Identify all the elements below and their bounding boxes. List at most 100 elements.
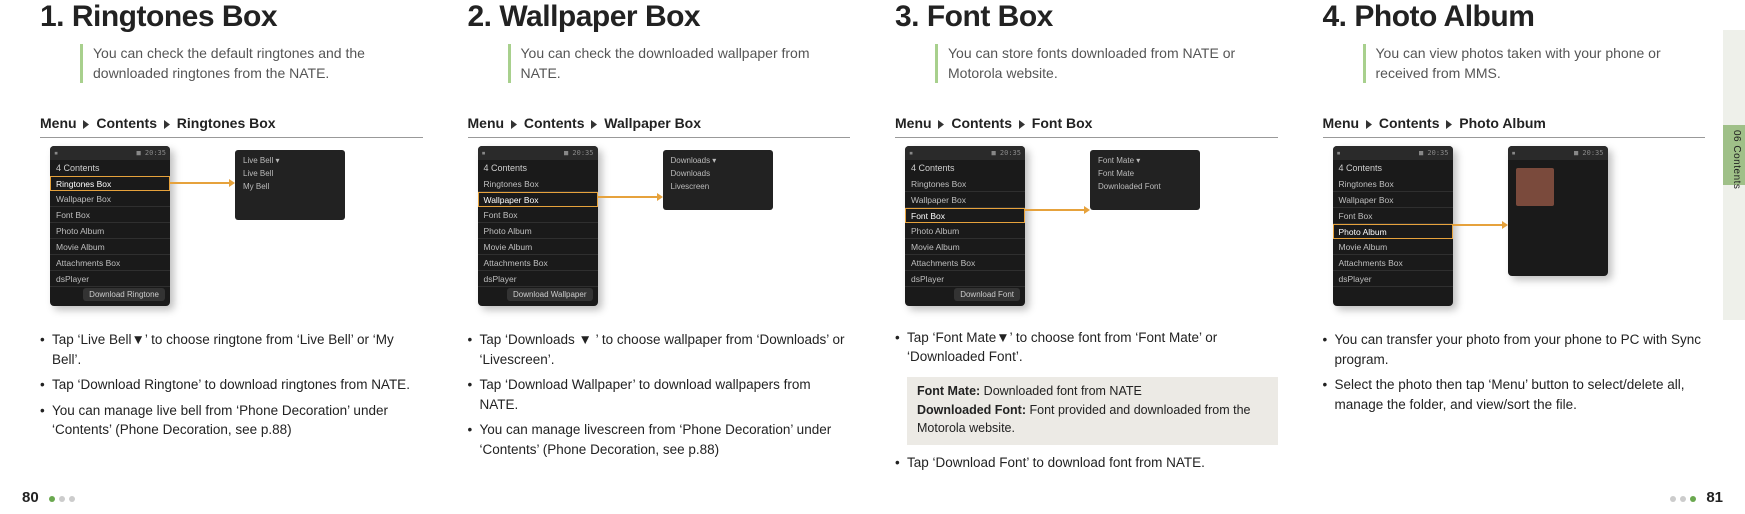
menu-item: Attachments Box bbox=[905, 255, 1025, 271]
menu-item: Ringtones Box bbox=[905, 176, 1025, 192]
side-tab-label: 06 Contents bbox=[1726, 130, 1742, 189]
crumb-menu: Menu bbox=[468, 115, 505, 131]
sub-item: Livescreen bbox=[667, 180, 769, 193]
bullet-item: You can manage live bell from ‘Phone Dec… bbox=[40, 401, 423, 440]
crumb-menu: Menu bbox=[895, 115, 932, 131]
screen-header: 4 Contents bbox=[50, 160, 170, 176]
screenshot-area: ▪■ 20:35 4 Contents Ringtones Box Wallpa… bbox=[40, 146, 423, 316]
crumb-leaf: Wallpaper Box bbox=[604, 115, 701, 131]
bullet-item: Tap ‘Live Bell▼’ to choose ringtone from… bbox=[40, 330, 423, 369]
phone-sub: Downloads ▾ Downloads Livescreen bbox=[663, 150, 773, 210]
bullet-item: Tap ‘Downloads ▼ ’ to choose wallpaper f… bbox=[468, 330, 851, 369]
crumb-leaf: Ringtones Box bbox=[177, 115, 276, 131]
sub-item: Downloads bbox=[667, 167, 769, 180]
crumb-contents: Contents bbox=[951, 115, 1012, 131]
menu-item: Attachments Box bbox=[478, 255, 598, 271]
menu-item: Photo Album bbox=[905, 223, 1025, 239]
menu-item: dsPlayer bbox=[50, 271, 170, 287]
bullet-list: You can transfer your photo from your ph… bbox=[1323, 330, 1706, 420]
menu-item: Movie Album bbox=[478, 239, 598, 255]
section-font: 3. Font Box You can store fonts download… bbox=[895, 0, 1278, 479]
menu-item: Wallpaper Box bbox=[50, 191, 170, 207]
sub-item: My Bell bbox=[239, 180, 341, 193]
sub-item: Font Mate ▾ bbox=[1094, 154, 1196, 167]
sub-item: Font Mate bbox=[1094, 167, 1196, 180]
section-photo-album: 4. Photo Album You can view photos taken… bbox=[1323, 0, 1706, 479]
section-title: 1. Ringtones Box bbox=[40, 0, 423, 34]
menu-item: Font Box bbox=[478, 207, 598, 223]
photo-thumb bbox=[1516, 168, 1554, 206]
section-intro: You can view photos taken with your phon… bbox=[1363, 44, 1706, 83]
menu-item: Attachments Box bbox=[50, 255, 170, 271]
status-bar: ▪■ 20:35 bbox=[1333, 146, 1453, 160]
info-label: Downloaded Font: bbox=[917, 403, 1026, 417]
section-title: 4. Photo Album bbox=[1323, 0, 1706, 34]
menu-item: Font Box bbox=[905, 208, 1025, 223]
sub-item: Live Bell ▾ bbox=[239, 154, 341, 167]
breadcrumb: Menu Contents Ringtones Box bbox=[40, 111, 423, 138]
menu-item: Photo Album bbox=[478, 223, 598, 239]
menu-item: Wallpaper Box bbox=[905, 192, 1025, 208]
crumb-contents: Contents bbox=[1379, 115, 1440, 131]
info-box: Font Mate: Downloaded font from NATE Dow… bbox=[907, 377, 1278, 446]
screenshot-area: ▪■ 20:35 4 Contents Ringtones Box Wallpa… bbox=[1323, 146, 1706, 316]
sub-item: Downloads ▾ bbox=[667, 154, 769, 167]
menu-item: Ringtones Box bbox=[50, 176, 170, 191]
phone-main: ▪■ 20:35 4 Contents Ringtones Box Wallpa… bbox=[905, 146, 1025, 306]
menu-item: Font Box bbox=[1333, 208, 1453, 224]
info-text: Downloaded font from NATE bbox=[980, 384, 1142, 398]
phone-main: ▪■ 20:35 4 Contents Ringtones Box Wallpa… bbox=[478, 146, 598, 306]
section-wallpaper: 2. Wallpaper Box You can check the downl… bbox=[468, 0, 851, 479]
chevron-right-icon bbox=[1366, 120, 1372, 129]
phone-main: ▪■ 20:35 4 Contents Ringtones Box Wallpa… bbox=[1333, 146, 1453, 306]
info-row: Font Mate: Downloaded font from NATE bbox=[917, 383, 1268, 401]
bullet-list: Tap ‘Downloads ▼ ’ to choose wallpaper f… bbox=[468, 330, 851, 465]
section-ringtones: 1. Ringtones Box You can check the defau… bbox=[40, 0, 423, 479]
screen-header: 4 Contents bbox=[1333, 160, 1453, 176]
phone-secondary: ▪■ 20:35 bbox=[1508, 146, 1608, 276]
download-button: Download Font bbox=[954, 288, 1020, 301]
section-intro: You can check the downloaded wallpaper f… bbox=[508, 44, 851, 83]
menu-item: Movie Album bbox=[1333, 239, 1453, 255]
screenshot-area: ▪■ 20:35 4 Contents Ringtones Box Wallpa… bbox=[895, 146, 1278, 314]
crumb-menu: Menu bbox=[40, 115, 77, 131]
menu-item: Photo Album bbox=[1333, 224, 1453, 239]
screen-header: 4 Contents bbox=[478, 160, 598, 176]
bullet-item: Tap ‘Download Ringtone’ to download ring… bbox=[40, 375, 423, 395]
crumb-leaf: Font Box bbox=[1032, 115, 1093, 131]
page-number-right: 81 bbox=[1668, 489, 1723, 506]
side-tab: 06 Contents bbox=[1723, 30, 1745, 320]
page-number: 81 bbox=[1706, 489, 1723, 506]
status-bar: ▪■ 20:35 bbox=[905, 146, 1025, 160]
screen-header: 4 Contents bbox=[905, 160, 1025, 176]
menu-item: Wallpaper Box bbox=[1333, 192, 1453, 208]
breadcrumb: Menu Contents Font Box bbox=[895, 111, 1278, 138]
page-number-left: 80 bbox=[22, 489, 77, 506]
page-number: 80 bbox=[22, 489, 39, 506]
download-button: Download Wallpaper bbox=[507, 288, 593, 301]
menu-item: dsPlayer bbox=[478, 271, 598, 287]
menu-item: dsPlayer bbox=[1333, 271, 1453, 287]
chevron-right-icon bbox=[591, 120, 597, 129]
chevron-right-icon bbox=[1019, 120, 1025, 129]
crumb-contents: Contents bbox=[524, 115, 585, 131]
info-row: Downloaded Font: Font provided and downl… bbox=[917, 402, 1268, 437]
sub-item: Live Bell bbox=[239, 167, 341, 180]
breadcrumb: Menu Contents Wallpaper Box bbox=[468, 111, 851, 138]
breadcrumb: Menu Contents Photo Album bbox=[1323, 111, 1706, 138]
section-intro: You can store fonts downloaded from NATE… bbox=[935, 44, 1278, 83]
page-dots-icon bbox=[1668, 490, 1698, 505]
chevron-right-icon bbox=[164, 120, 170, 129]
phone-sub: Font Mate ▾ Font Mate Downloaded Font bbox=[1090, 150, 1200, 210]
chevron-right-icon bbox=[938, 120, 944, 129]
bullet-item: Select the photo then tap ‘Menu’ button … bbox=[1323, 375, 1706, 414]
phone-sub: Live Bell ▾ Live Bell My Bell bbox=[235, 150, 345, 220]
section-title: 2. Wallpaper Box bbox=[468, 0, 851, 34]
chevron-right-icon bbox=[1446, 120, 1452, 129]
section-title: 3. Font Box bbox=[895, 0, 1278, 34]
arrow-icon bbox=[1453, 224, 1503, 226]
menu-item: Font Box bbox=[50, 207, 170, 223]
bullet-item: Tap ‘Font Mate▼’ to choose font from ‘Fo… bbox=[895, 328, 1278, 367]
download-button: Download Ringtone bbox=[83, 288, 165, 301]
chevron-right-icon bbox=[83, 120, 89, 129]
